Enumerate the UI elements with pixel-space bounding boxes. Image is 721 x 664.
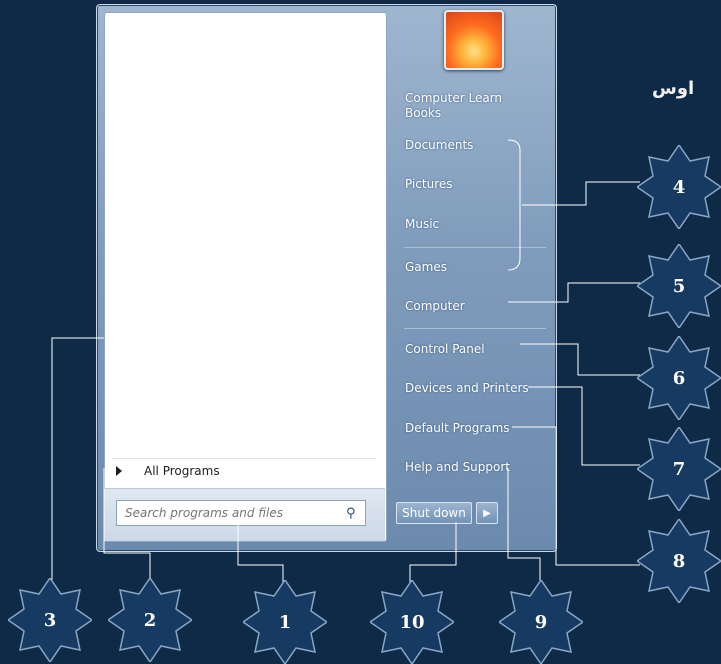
callout-number: 8 bbox=[672, 550, 686, 572]
callout-badge: 7 bbox=[637, 427, 721, 511]
search-input[interactable] bbox=[123, 505, 342, 521]
callout-number: 6 bbox=[672, 367, 686, 389]
callout-badge: 9 bbox=[499, 580, 583, 664]
documents-link[interactable]: Documents bbox=[405, 138, 473, 152]
start-menu-diagram: All Programs ⚲ Computer Learn Books Docu… bbox=[0, 0, 721, 664]
pictures-link[interactable]: Pictures bbox=[405, 177, 453, 191]
music-link[interactable]: Music bbox=[405, 217, 439, 231]
help-support-link[interactable]: Help and Support bbox=[405, 460, 510, 474]
callout-badge: 6 bbox=[637, 336, 721, 420]
callout-badge: 3 bbox=[8, 578, 92, 662]
shutdown-options-button[interactable]: ▶ bbox=[476, 502, 498, 524]
callout-number: 3 bbox=[43, 609, 57, 631]
callout-badge: 5 bbox=[637, 244, 721, 328]
callout-number: 1 bbox=[278, 611, 292, 633]
heading-fragment: اوس bbox=[652, 78, 695, 99]
callout-number: 4 bbox=[672, 176, 686, 198]
user-folder-link[interactable]: Computer Learn Books bbox=[405, 91, 515, 121]
callout-badge: 10 bbox=[370, 580, 454, 664]
user-picture[interactable] bbox=[444, 10, 504, 70]
default-programs-link[interactable]: Default Programs bbox=[405, 421, 510, 435]
separator bbox=[404, 247, 546, 248]
games-link[interactable]: Games bbox=[405, 260, 447, 274]
callout-badge: 4 bbox=[637, 145, 721, 229]
callout-number: 10 bbox=[399, 611, 425, 633]
shutdown-button[interactable]: Shut down bbox=[396, 502, 472, 524]
all-programs-label: All Programs bbox=[144, 464, 220, 478]
callout-badge: 2 bbox=[108, 578, 192, 662]
expand-arrow-icon bbox=[116, 466, 122, 476]
callout-number: 5 bbox=[672, 275, 686, 297]
separator bbox=[404, 328, 546, 329]
arrow-right-icon: ▶ bbox=[483, 507, 491, 519]
callout-number: 2 bbox=[143, 609, 157, 631]
callout-badge: 1 bbox=[243, 580, 327, 664]
all-programs-item[interactable]: All Programs bbox=[112, 458, 376, 483]
callout-number: 9 bbox=[534, 611, 548, 633]
control-panel-link[interactable]: Control Panel bbox=[405, 342, 485, 356]
callout-number: 7 bbox=[672, 458, 686, 480]
search-box[interactable]: ⚲ bbox=[116, 500, 366, 526]
devices-printers-link[interactable]: Devices and Printers bbox=[405, 381, 529, 395]
search-icon[interactable]: ⚲ bbox=[346, 506, 356, 521]
callout-badge: 8 bbox=[637, 519, 721, 603]
computer-link[interactable]: Computer bbox=[405, 299, 465, 313]
